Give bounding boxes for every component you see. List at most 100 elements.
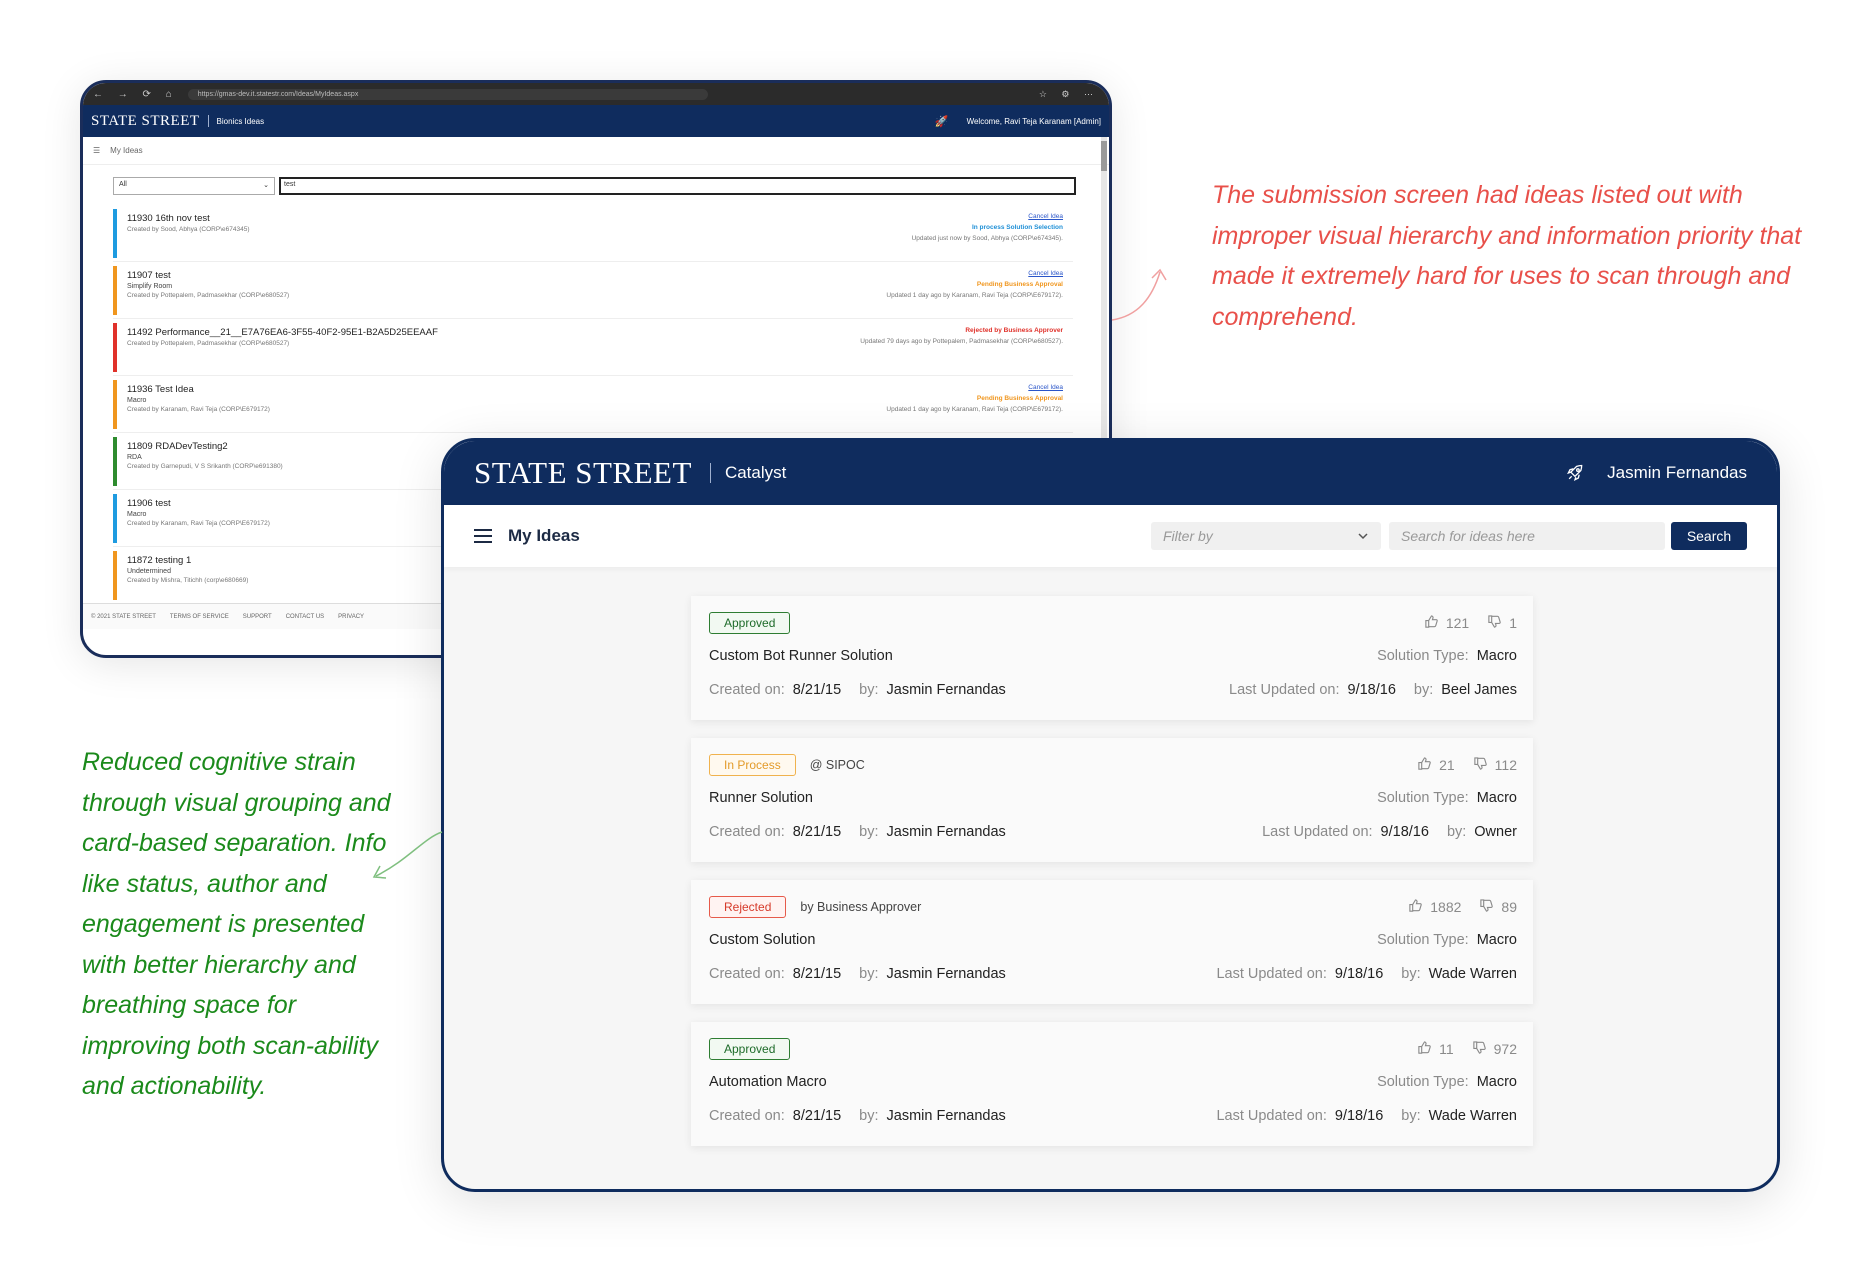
new-app-name: Catalyst	[724, 463, 787, 482]
by-label: by:	[859, 682, 879, 698]
menu-icon[interactable]	[474, 529, 492, 543]
dislike-count: 1	[1509, 615, 1517, 631]
created-on-label: Created on:	[709, 1108, 785, 1124]
solution-type: Solution Type: Macro	[1377, 790, 1517, 806]
old-logo: STATE STREET	[91, 112, 200, 129]
cancel-idea-link[interactable]: Cancel Idea	[886, 382, 1063, 393]
footer-link[interactable]: SUPPORT	[243, 614, 272, 620]
old-list-row[interactable]: 11936 Test Idea Macro Created by Karanam, …	[113, 376, 1073, 433]
search-button[interactable]: Search	[1671, 522, 1747, 550]
filter-dropdown[interactable]: Filter by	[1151, 522, 1381, 550]
updated-by-value: Wade Warren	[1428, 966, 1517, 982]
dislike-count: 89	[1501, 899, 1517, 915]
solution-type-value: Macro	[1476, 648, 1517, 664]
menu-icon[interactable]: ☰	[93, 146, 100, 155]
dislike-button[interactable]: 112	[1473, 756, 1517, 774]
filter-placeholder: Filter by	[1163, 528, 1213, 544]
idea-title[interactable]: Runner Solution	[709, 790, 813, 806]
status-badge: In Process	[709, 754, 796, 776]
browser-nav-icons[interactable]: ← → ⟳ ⌂	[93, 89, 178, 100]
card-title-row: Custom Bot Runner Solution Solution Type:…	[709, 648, 1517, 664]
footer-link[interactable]: TERMS OF SERVICE	[170, 614, 229, 620]
cancel-idea-link[interactable]: Cancel Idea	[886, 268, 1063, 279]
dislike-button[interactable]: 89	[1479, 898, 1517, 916]
last-updated-label: Last Updated on:	[1216, 1108, 1327, 1124]
status-color-bar	[113, 494, 117, 543]
old-list-row[interactable]: 11907 test Simplify Room Created by Pottep…	[113, 262, 1073, 319]
new-app-header: STATE STREET Catalyst Jasmin Fernandas	[444, 441, 1777, 505]
idea-card[interactable]: Approved 121 1 Custom Bot Runner Solution So…	[691, 596, 1533, 720]
by-label: by:	[859, 966, 879, 982]
like-button[interactable]: 1882	[1408, 898, 1461, 916]
vote-counts: 121 1	[1424, 614, 1517, 632]
old-row-meta: Cancel Idea Pending Business Approval Upda…	[886, 382, 1063, 415]
status-color-bar	[113, 380, 117, 429]
thumbs-up-icon	[1424, 614, 1439, 632]
old-row-meta: Cancel Idea Pending Business Approval Upda…	[886, 268, 1063, 301]
like-button[interactable]: 21	[1417, 756, 1455, 774]
ideas-card-list: Approved 121 1 Custom Bot Runner Solution So…	[691, 596, 1533, 1164]
like-count: 1882	[1430, 899, 1462, 915]
thumbs-down-icon	[1472, 1040, 1487, 1058]
card-header-row: Approved 11 972	[709, 1036, 1517, 1062]
idea-title[interactable]: Automation Macro	[709, 1074, 827, 1090]
cancel-idea-link[interactable]: Cancel Idea	[912, 211, 1063, 222]
problem-arrow	[1111, 268, 1167, 321]
like-button[interactable]: 121	[1424, 614, 1469, 632]
solution-type-value: Macro	[1476, 1074, 1517, 1090]
created-on-label: Created on:	[709, 824, 785, 840]
status-color-bar	[113, 323, 117, 372]
by-label: by:	[859, 1108, 879, 1124]
idea-card[interactable]: Approved 11 972 Automation Macro Solution Ty…	[691, 1022, 1533, 1146]
old-filter-bar: All ⌄ test	[83, 165, 1109, 195]
idea-title[interactable]: Custom Bot Runner Solution	[709, 648, 893, 664]
card-meta-row: Created on: 8/21/15 by: Jasmin Fernandas Las…	[709, 1108, 1517, 1124]
old-row-updated: Updated 79 days ago by Pottepalem, Padma…	[860, 338, 1063, 345]
dislike-button[interactable]: 1	[1487, 614, 1517, 632]
idea-card[interactable]: In Process @ SIPOC 21 112 Runner Solution Sol…	[691, 738, 1533, 862]
user-name[interactable]: Jasmin Fernandas	[1607, 463, 1747, 483]
address-bar[interactable]: https://gmas-dev.it.statestr.com/Ideas/M…	[187, 88, 708, 100]
last-updated-label: Last Updated on:	[1229, 682, 1340, 698]
last-updated-value: 9/18/16	[1347, 682, 1396, 698]
card-meta-row: Created on: 8/21/15 by: Jasmin Fernandas Las…	[709, 682, 1517, 698]
rocket-icon[interactable]: 🚀	[935, 115, 949, 128]
footer-link: © 2021 STATE STREET	[91, 613, 156, 620]
search-input[interactable]: Search for ideas here	[1389, 522, 1665, 550]
solution-type: Solution Type: Macro	[1377, 932, 1517, 948]
by-label: by:	[1401, 966, 1421, 982]
vote-counts: 11 972	[1417, 1040, 1517, 1058]
old-list-row[interactable]: 11492 Performance__21__E7A76EA6-3F55-40F…	[113, 319, 1073, 376]
rocket-icon[interactable]	[1565, 463, 1585, 483]
created-by-value: Jasmin Fernandas	[886, 824, 1006, 840]
old-row-status: Rejected by Business Approver	[965, 327, 1063, 334]
solution-arrow	[372, 831, 443, 879]
created-info: Created on: 8/21/15 by: Jasmin Fernandas	[709, 1108, 1006, 1124]
like-button[interactable]: 11	[1417, 1040, 1454, 1058]
solution-type-label: Solution Type:	[1377, 1074, 1469, 1090]
old-row-status: Pending Business Approval	[976, 281, 1063, 288]
old-list-row[interactable]: 11930 16th nov test Created by Sood, Abhy…	[113, 205, 1073, 262]
thumbs-up-icon	[1417, 756, 1432, 774]
footer-link[interactable]: PRIVACY	[338, 614, 364, 620]
old-app-name: Bionics Ideas	[216, 116, 265, 126]
old-search-input[interactable]: test	[279, 177, 1076, 195]
card-header-row: Approved 121 1	[709, 610, 1517, 636]
idea-title[interactable]: Custom Solution	[709, 932, 815, 948]
solution-type-label: Solution Type:	[1377, 932, 1469, 948]
browser-toolbar-icons[interactable]: ☆ ⚙ ⋯	[1039, 89, 1099, 100]
vote-counts: 21 112	[1417, 756, 1517, 774]
idea-card[interactable]: Rejected by Business Approver 1882 89 Custom…	[691, 880, 1533, 1004]
card-title-row: Runner Solution Solution Type: Macro	[709, 790, 1517, 806]
card-meta-row: Created on: 8/21/15 by: Jasmin Fernandas Las…	[709, 824, 1517, 840]
last-updated-label: Last Updated on:	[1262, 824, 1373, 840]
dislike-button[interactable]: 972	[1472, 1040, 1517, 1058]
updated-info: Last Updated on: 9/18/16 by: Owner	[1262, 824, 1517, 840]
status-badge: Rejected	[709, 896, 787, 918]
thumbs-down-icon	[1479, 898, 1494, 916]
footer-link[interactable]: CONTACT US	[286, 614, 324, 620]
problem-annotation: The submission screen had ideas listed o…	[1212, 181, 1802, 331]
status-color-bar	[113, 266, 117, 315]
old-filter-select[interactable]: All ⌄	[113, 177, 275, 195]
card-title-row: Automation Macro Solution Type: Macro	[709, 1074, 1517, 1090]
